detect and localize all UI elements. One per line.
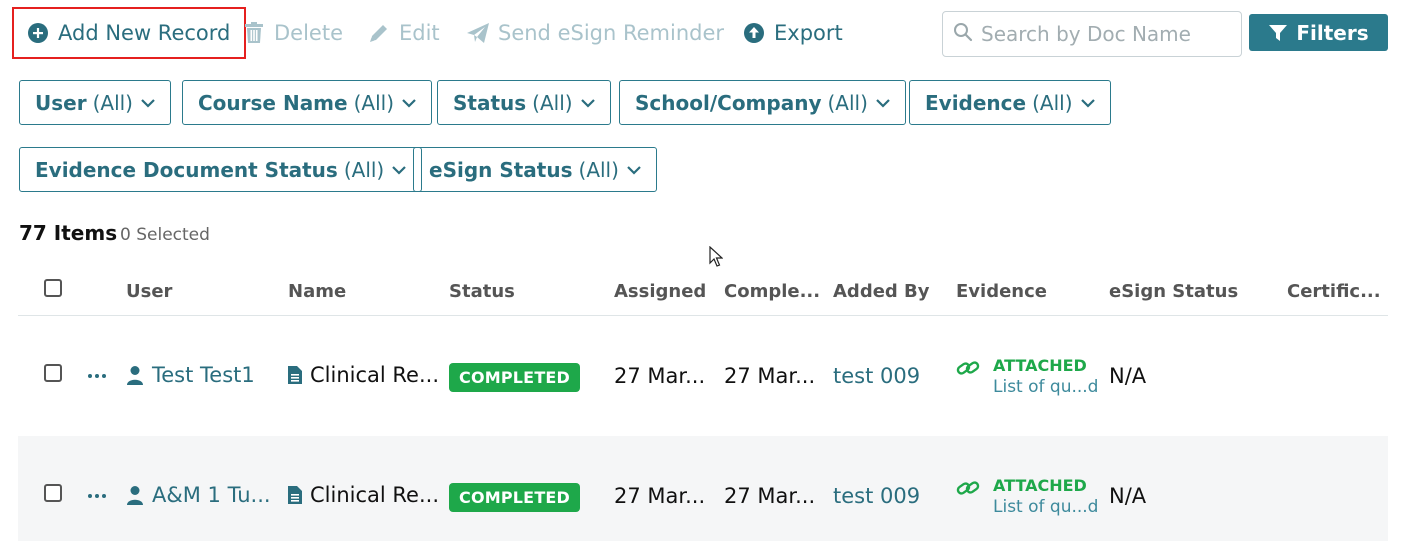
row-added-by-link[interactable]: test 009 [833,364,920,388]
trash-icon [242,21,266,45]
row-user-name: A&M 1 Tu... [152,483,271,507]
row-assigned-date: 27 Mar... [614,364,706,388]
delete-button[interactable]: Delete [242,7,343,59]
chevron-down-icon [401,98,417,108]
filter-chip-label: Evidence Document Status [35,157,338,182]
chevron-down-icon [140,98,156,108]
filter-chip-value: (All) [353,90,394,115]
column-header-evidence[interactable]: Evidence [956,281,1047,302]
filter-chip-value: (All) [532,90,573,115]
evidence-status: ATTACHED [993,476,1087,495]
link-icon [956,358,980,382]
user-icon [127,366,143,385]
filter-chip-evidence[interactable]: Evidence (All) [909,80,1111,125]
upload-circle-icon [742,21,766,45]
chevron-down-icon [626,165,642,175]
filter-chip-label: User [35,90,87,115]
chevron-down-icon [1080,98,1096,108]
filter-chip-course-name[interactable]: Course Name (All) [182,80,432,125]
search-input[interactable] [981,22,1231,46]
search-icon [953,22,973,46]
send-esign-reminder-label: Send eSign Reminder [498,21,725,45]
evidence-status: ATTACHED [993,356,1087,375]
filter-chip-school-company[interactable]: School/Company (All) [619,80,906,125]
filter-chip-value: (All) [92,90,133,115]
link-icon [956,478,980,502]
filters-button[interactable]: Filters [1249,14,1388,51]
column-header-status[interactable]: Status [449,281,515,302]
export-button[interactable]: Export [742,7,843,59]
user-icon [127,486,143,505]
filters-label: Filters [1296,20,1369,45]
column-header-user[interactable]: User [126,281,172,302]
filter-chip-label: Course Name [198,90,348,115]
edit-button[interactable]: Edit [367,7,440,59]
column-header-esign-status[interactable]: eSign Status [1109,281,1238,302]
funnel-icon [1268,23,1288,43]
paper-plane-icon [466,21,490,45]
add-new-record-button[interactable]: Add New Record [12,7,247,59]
status-badge: COMPLETED [449,363,581,392]
evidence-file-link[interactable]: List of qu...d [993,497,1098,517]
filter-chip-value: (All) [1032,90,1073,115]
export-label: Export [774,21,843,45]
delete-label: Delete [274,21,343,45]
filter-chip-label: Status [453,90,527,115]
filter-chip-label: eSign Status [429,157,573,182]
filter-chip-evidence-document-status[interactable]: Evidence Document Status (All) [19,147,423,192]
row-user-name: Test Test1 [152,363,255,387]
plus-circle-icon [26,21,50,45]
row-completed-date: 27 Mar... [724,484,816,508]
chevron-down-icon [580,98,596,108]
select-all-checkbox[interactable] [44,279,62,297]
chevron-down-icon [875,98,891,108]
add-new-record-label: Add New Record [58,21,231,45]
toolbar: Add New Record [12,7,247,59]
filter-chip-value: (All) [343,157,385,182]
row-user-link[interactable]: Test Test1 [126,363,255,387]
row-added-by-link[interactable]: test 009 [833,484,920,508]
row-esign-status: N/A [1109,364,1147,388]
pencil-icon [367,21,391,45]
filter-chip-label: School/Company [635,90,822,115]
row-esign-status: N/A [1109,484,1147,508]
selected-count: 0 Selected [120,225,210,245]
column-header-added-by[interactable]: Added By [833,281,930,302]
status-badge: COMPLETED [449,483,581,512]
row-name-text: Clinical Re... [310,363,439,387]
edit-label: Edit [399,21,440,45]
column-header-completed[interactable]: Comple... [724,281,820,302]
item-count: 77 Items [19,221,118,245]
column-header-certificate[interactable]: Certific... [1287,281,1381,302]
chevron-down-icon [391,165,407,175]
table-header: User Name Status Assigned Comple... Adde… [18,268,1388,316]
row-user-link[interactable]: A&M 1 Tu... [126,483,271,507]
evidence-file-link[interactable]: List of qu...d [993,377,1098,397]
row-name[interactable]: Clinical Re... [288,483,439,507]
table-row[interactable]: A&M 1 Tu... Clinical Re... COMPLETED 27 … [18,436,1388,541]
send-esign-reminder-button[interactable]: Send eSign Reminder [466,7,724,59]
column-header-assigned[interactable]: Assigned [614,281,706,302]
table-row[interactable]: Test Test1 Clinical Re... COMPLETED 27 M… [18,316,1388,436]
document-icon [288,366,302,384]
filter-chip-status[interactable]: Status (All) [437,80,611,125]
row-actions-icon[interactable] [88,494,106,498]
document-icon [288,486,302,504]
column-header-name[interactable]: Name [288,281,346,302]
row-assigned-date: 27 Mar... [614,484,706,508]
row-name-text: Clinical Re... [310,483,439,507]
filter-chip-label: Evidence [925,90,1027,115]
row-completed-date: 27 Mar... [724,364,816,388]
filter-chip-value: (All) [827,90,868,115]
row-name[interactable]: Clinical Re... [288,363,439,387]
row-checkbox[interactable] [44,484,62,502]
search-box [942,11,1242,57]
filter-chip-esign-status[interactable]: eSign Status (All) [413,147,657,192]
row-actions-icon[interactable] [88,374,106,378]
row-checkbox[interactable] [44,364,62,382]
filter-chip-value: (All) [578,157,619,182]
filter-chip-user[interactable]: User (All) [19,80,171,125]
